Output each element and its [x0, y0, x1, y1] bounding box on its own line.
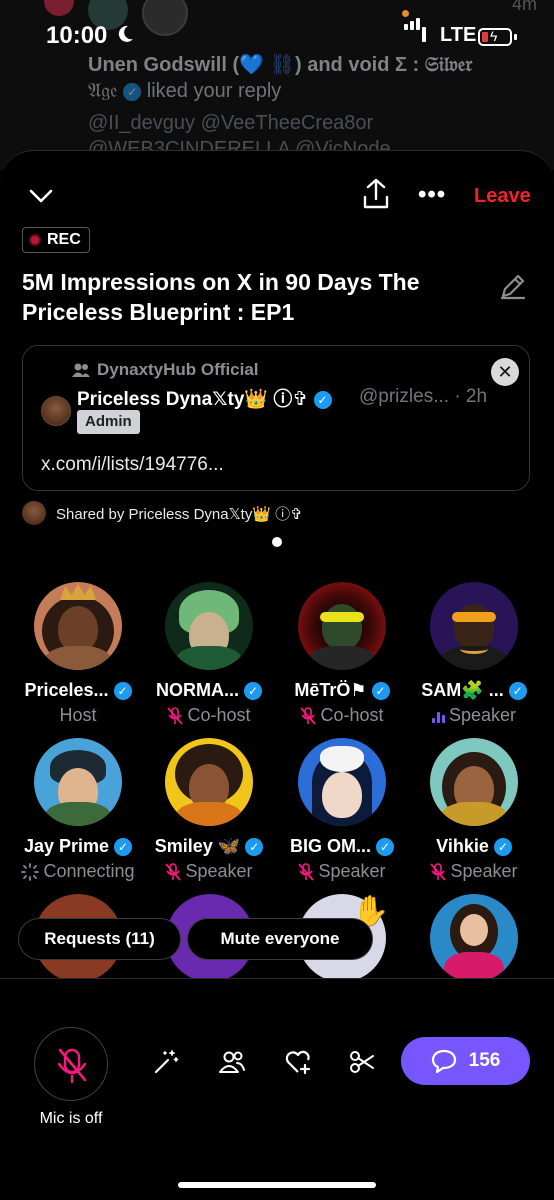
avatar	[165, 582, 253, 670]
mic-off-icon	[298, 862, 315, 881]
feed-time: 4m	[512, 0, 538, 14]
close-icon[interactable]: ✕	[491, 358, 519, 386]
requests-button[interactable]: Requests (11)	[18, 918, 181, 960]
verified-icon: ✓	[114, 837, 133, 856]
participant-cohost[interactable]: MēTrÖ⚑ ✓ Co-host	[276, 582, 408, 726]
verified-icon: ✓	[493, 837, 512, 856]
participant-role: Speaker	[450, 861, 518, 881]
mic-off-icon	[57, 1048, 87, 1084]
feed-notification-text: Unen Godswill (💙 ⛓) and void Σ : 𝔖𝔦𝔩𝔳𝔢𝔯 …	[88, 54, 473, 102]
people-icon	[72, 363, 90, 377]
participant-speaker[interactable]: Vihkie ✓ Speaker	[408, 738, 540, 882]
feed-handles: @II_devguy @VeeTheeCrea8or	[88, 112, 374, 134]
clock: 10:00	[46, 22, 108, 49]
leave-button[interactable]: Leave	[474, 185, 531, 208]
verified-icon: ✓	[113, 681, 132, 700]
participant-role: Speaker	[318, 861, 386, 881]
participant-name: MēTrÖ⚑	[294, 680, 367, 700]
mic-off-icon	[430, 862, 447, 881]
participant-name: BIG OM...	[290, 836, 371, 856]
speaking-icon	[431, 709, 445, 723]
verified-icon: ✓	[376, 837, 394, 856]
participant-connecting[interactable]: Jay Prime ✓ Connecting	[12, 738, 144, 882]
participant-host[interactable]: Priceles... ✓ Host	[12, 582, 144, 726]
avatar	[430, 582, 518, 670]
avatar	[34, 582, 122, 670]
network-label: LTE	[440, 24, 477, 46]
chat-icon	[431, 1049, 456, 1074]
participant-role: Speaker	[185, 861, 253, 881]
post-author: Priceless Dyna𝕏ty👑 ⓘ✞ ✓	[77, 384, 332, 411]
participant-speaker[interactable]: SAM🧩 ... ✓ Speaker	[408, 582, 540, 726]
status-bar: 10:00 LTE ϟ	[0, 18, 554, 56]
post-link[interactable]: x.com/i/lists/194776...	[41, 454, 224, 476]
pagination-dot	[272, 537, 282, 547]
avatar	[22, 501, 46, 525]
verified-icon: ✓	[245, 837, 264, 856]
participant-name: Vihkie	[436, 836, 489, 856]
chat-button[interactable]: 156	[401, 1037, 530, 1085]
participant-speaker[interactable]: Smiley 🦋 ✓ Speaker	[143, 738, 275, 882]
avatar	[34, 738, 122, 826]
avatar	[298, 582, 386, 670]
mic-off-icon	[165, 862, 182, 881]
participant-role: Co-host	[320, 705, 384, 725]
mic-off-icon	[167, 706, 184, 725]
share-icon[interactable]	[362, 177, 390, 211]
chevron-down-icon[interactable]	[28, 183, 54, 209]
shared-post-card[interactable]: DynaxtyHub Official Priceless Dyna𝕏ty👑 ⓘ…	[22, 345, 530, 491]
home-indicator	[178, 1182, 376, 1188]
more-icon[interactable]: •••	[418, 181, 446, 209]
community-label: DynaxtyHub Official	[71, 360, 259, 380]
space-title: 5M Impressions on X in 90 Days The Price…	[22, 269, 420, 325]
post-handle: @prizles... · 2h	[359, 386, 488, 407]
mic-off-icon	[300, 706, 317, 725]
mic-status-label: Mic is off	[39, 1110, 103, 1127]
participant-name: NORMA...	[156, 680, 239, 700]
shared-by-row: Shared by Priceless Dyna𝕏ty👑 ⓘ✞	[22, 501, 303, 525]
loading-icon	[21, 862, 40, 881]
rec-badge: REC	[22, 227, 90, 253]
record-icon	[29, 234, 41, 246]
participant-role: Co-host	[187, 705, 251, 725]
heart-plus-icon[interactable]	[284, 1048, 312, 1076]
verified-icon: ✓	[313, 390, 332, 409]
avatar	[165, 738, 253, 826]
participant-name: Priceles...	[24, 680, 109, 700]
notification-dot	[402, 10, 409, 17]
participant-name: SAM🧩 ...	[421, 680, 504, 700]
avatar	[41, 396, 71, 426]
mic-toggle-button[interactable]	[34, 1027, 108, 1101]
verified-icon: ✓	[508, 681, 527, 700]
participant-role: Host	[59, 705, 97, 725]
participant-name: Jay Prime	[23, 836, 110, 856]
scissors-icon[interactable]	[348, 1048, 376, 1076]
participant-cohost[interactable]: NORMA... ✓ Co-host	[143, 582, 275, 726]
battery-icon: ϟ	[478, 28, 512, 46]
moon-icon	[118, 25, 133, 42]
verified-icon: ✓	[371, 681, 390, 700]
participant-role: Connecting	[43, 861, 135, 881]
avatar[interactable]	[430, 894, 518, 982]
edit-icon[interactable]	[498, 271, 528, 301]
feed-avatar	[44, 0, 74, 16]
magic-wand-icon[interactable]	[152, 1048, 180, 1076]
avatar	[430, 738, 518, 826]
participant-speaker[interactable]: BIG OM... ✓ Speaker	[276, 738, 408, 882]
avatar	[298, 738, 386, 826]
mute-everyone-button[interactable]: Mute everyone	[187, 918, 373, 960]
admin-badge: Admin	[77, 410, 140, 434]
people-icon[interactable]	[218, 1048, 246, 1076]
verified-icon: ✓	[244, 681, 262, 700]
participant-role: Speaker	[448, 705, 517, 725]
participant-name: Smiley 🦋	[154, 836, 241, 856]
